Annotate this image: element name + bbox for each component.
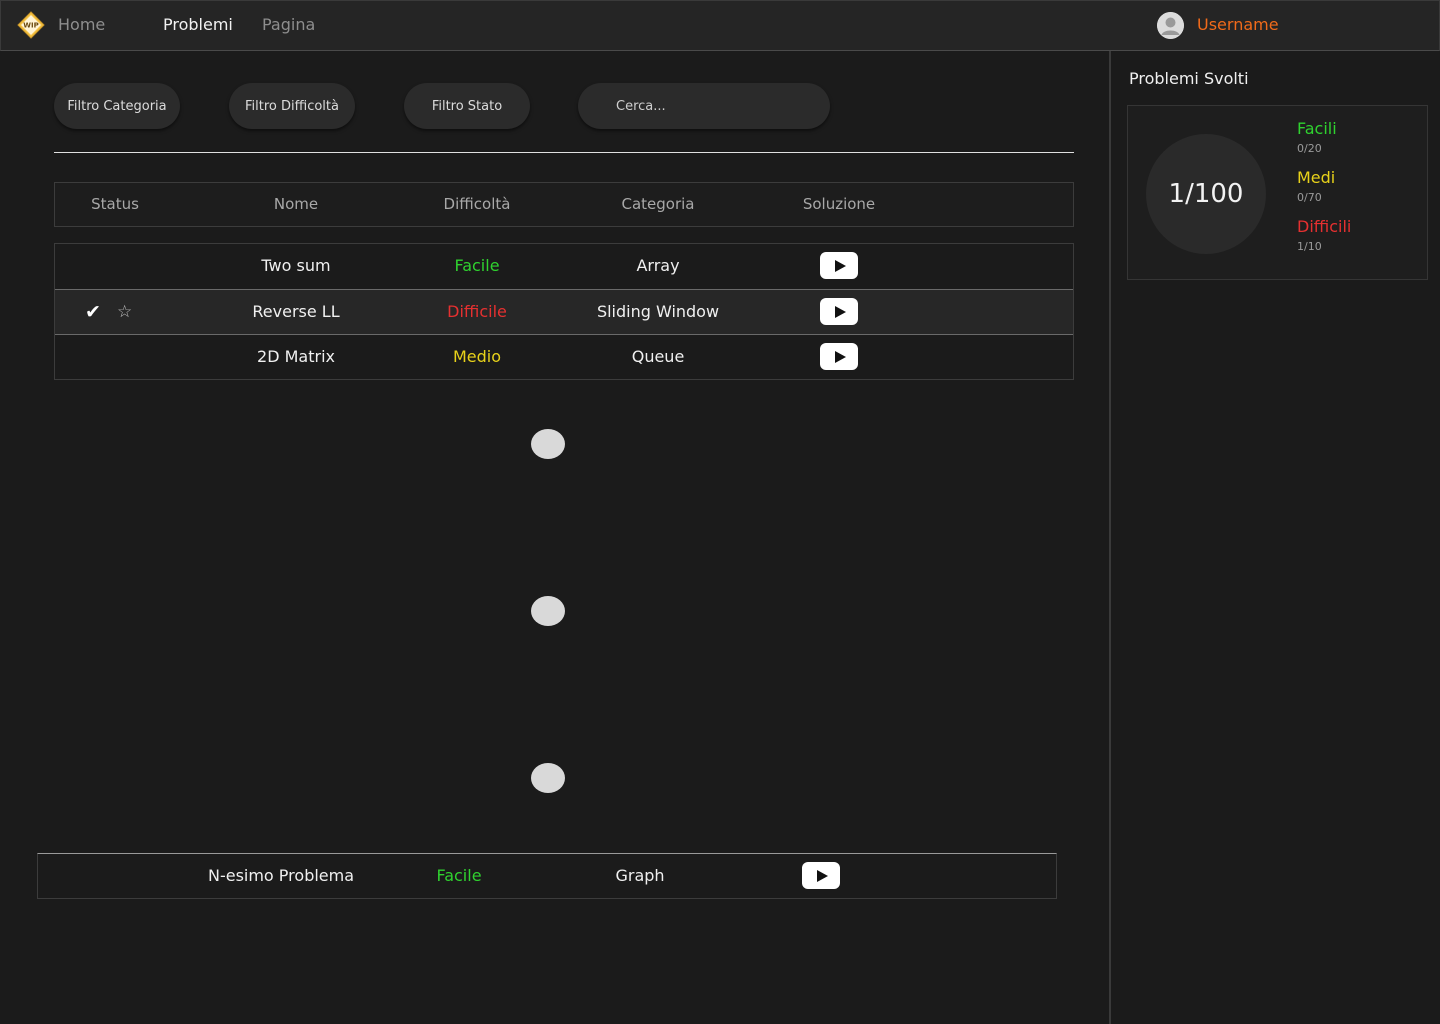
table-row[interactable]: 2D Matrix Medio Queue [55,334,1073,379]
stats-sidebar: Problemi Svolti 1/100 Facili 0/20 Medi 0… [1109,51,1440,1024]
stat-label-medium: Medi [1297,168,1336,187]
problem-category: Graph [615,866,665,885]
stats-card: 1/100 Facili 0/20 Medi 0/70 Difficili 1/… [1127,105,1428,280]
filter-status-label: Filtro Stato [431,98,503,114]
nav-link-home[interactable]: Home [58,15,105,34]
column-header-difficolta[interactable]: Difficoltà [444,195,511,213]
problem-difficulty: Medio [452,347,502,366]
problem-category: Queue [631,347,685,366]
problem-name[interactable]: 2D Matrix [257,347,335,366]
sidebar-title: Problemi Svolti [1129,69,1249,88]
user-icon [1157,12,1184,39]
ellipsis-dot-icon [531,596,565,626]
column-header-soluzione[interactable]: Soluzione [803,195,875,213]
table-row[interactable]: ✔ ☆ Reverse LL Difficile Sliding Window [55,289,1073,334]
problem-name[interactable]: Reverse LL [252,302,339,321]
ellipsis-dot-icon [531,763,565,793]
stat-label-hard: Difficili [1297,217,1352,236]
column-header-status[interactable]: Status [91,195,139,213]
nav-link-pagina[interactable]: Pagina [262,15,315,34]
username-link[interactable]: Username [1197,15,1279,34]
problems-table: Two sum Facile Array ✔ ☆ Reverse LL Diff… [54,243,1074,380]
ellipsis-dot-icon [531,429,565,459]
star-icon[interactable]: ☆ [117,302,132,322]
filter-difficulty-button[interactable]: Filtro Difficoltà [229,83,355,129]
stat-count-hard: 1/10 [1297,240,1322,253]
solution-play-button[interactable] [820,252,858,279]
column-header-categoria[interactable]: Categoria [621,195,694,213]
problem-name[interactable]: Two sum [261,256,330,275]
check-icon[interactable]: ✔ [85,301,101,323]
problem-difficulty: Facile [436,866,482,885]
divider [54,152,1074,153]
problem-name[interactable]: N-esimo Problema [208,866,354,885]
solution-play-button[interactable] [820,298,858,325]
filter-status-button[interactable]: Filtro Stato [404,83,530,129]
logo-text: WIP [23,22,38,30]
table-row[interactable]: Two sum Facile Array [55,244,1073,289]
nav-link-problemi[interactable]: Problemi [163,15,233,34]
column-header-nome[interactable]: Nome [274,195,318,213]
stat-label-easy: Facili [1297,119,1337,138]
stat-count-easy: 0/20 [1297,142,1322,155]
problem-difficulty: Facile [454,256,500,275]
progress-total: 1/100 [1168,179,1244,209]
filter-category-button[interactable]: Filtro Categoria [54,83,180,129]
problem-category: Array [636,256,680,275]
avatar[interactable] [1157,12,1184,39]
table-row-last[interactable]: N-esimo Problema Facile Graph [37,853,1057,899]
solution-play-button[interactable] [820,343,858,370]
search-input[interactable] [578,83,830,129]
wip-logo-icon[interactable]: WIP [17,11,45,39]
solution-play-button[interactable] [802,862,840,889]
filter-difficulty-label: Filtro Difficoltà [245,98,339,114]
progress-ring: 1/100 [1146,134,1266,254]
stat-count-medium: 0/70 [1297,191,1322,204]
problem-category: Sliding Window [596,302,720,321]
table-header: Status Nome Difficoltà Categoria Soluzio… [54,182,1074,227]
problem-difficulty: Difficile [447,302,507,321]
top-nav-bar: WIP Home Problemi Pagina Username [0,0,1440,51]
filter-category-label: Filtro Categoria [67,98,167,114]
